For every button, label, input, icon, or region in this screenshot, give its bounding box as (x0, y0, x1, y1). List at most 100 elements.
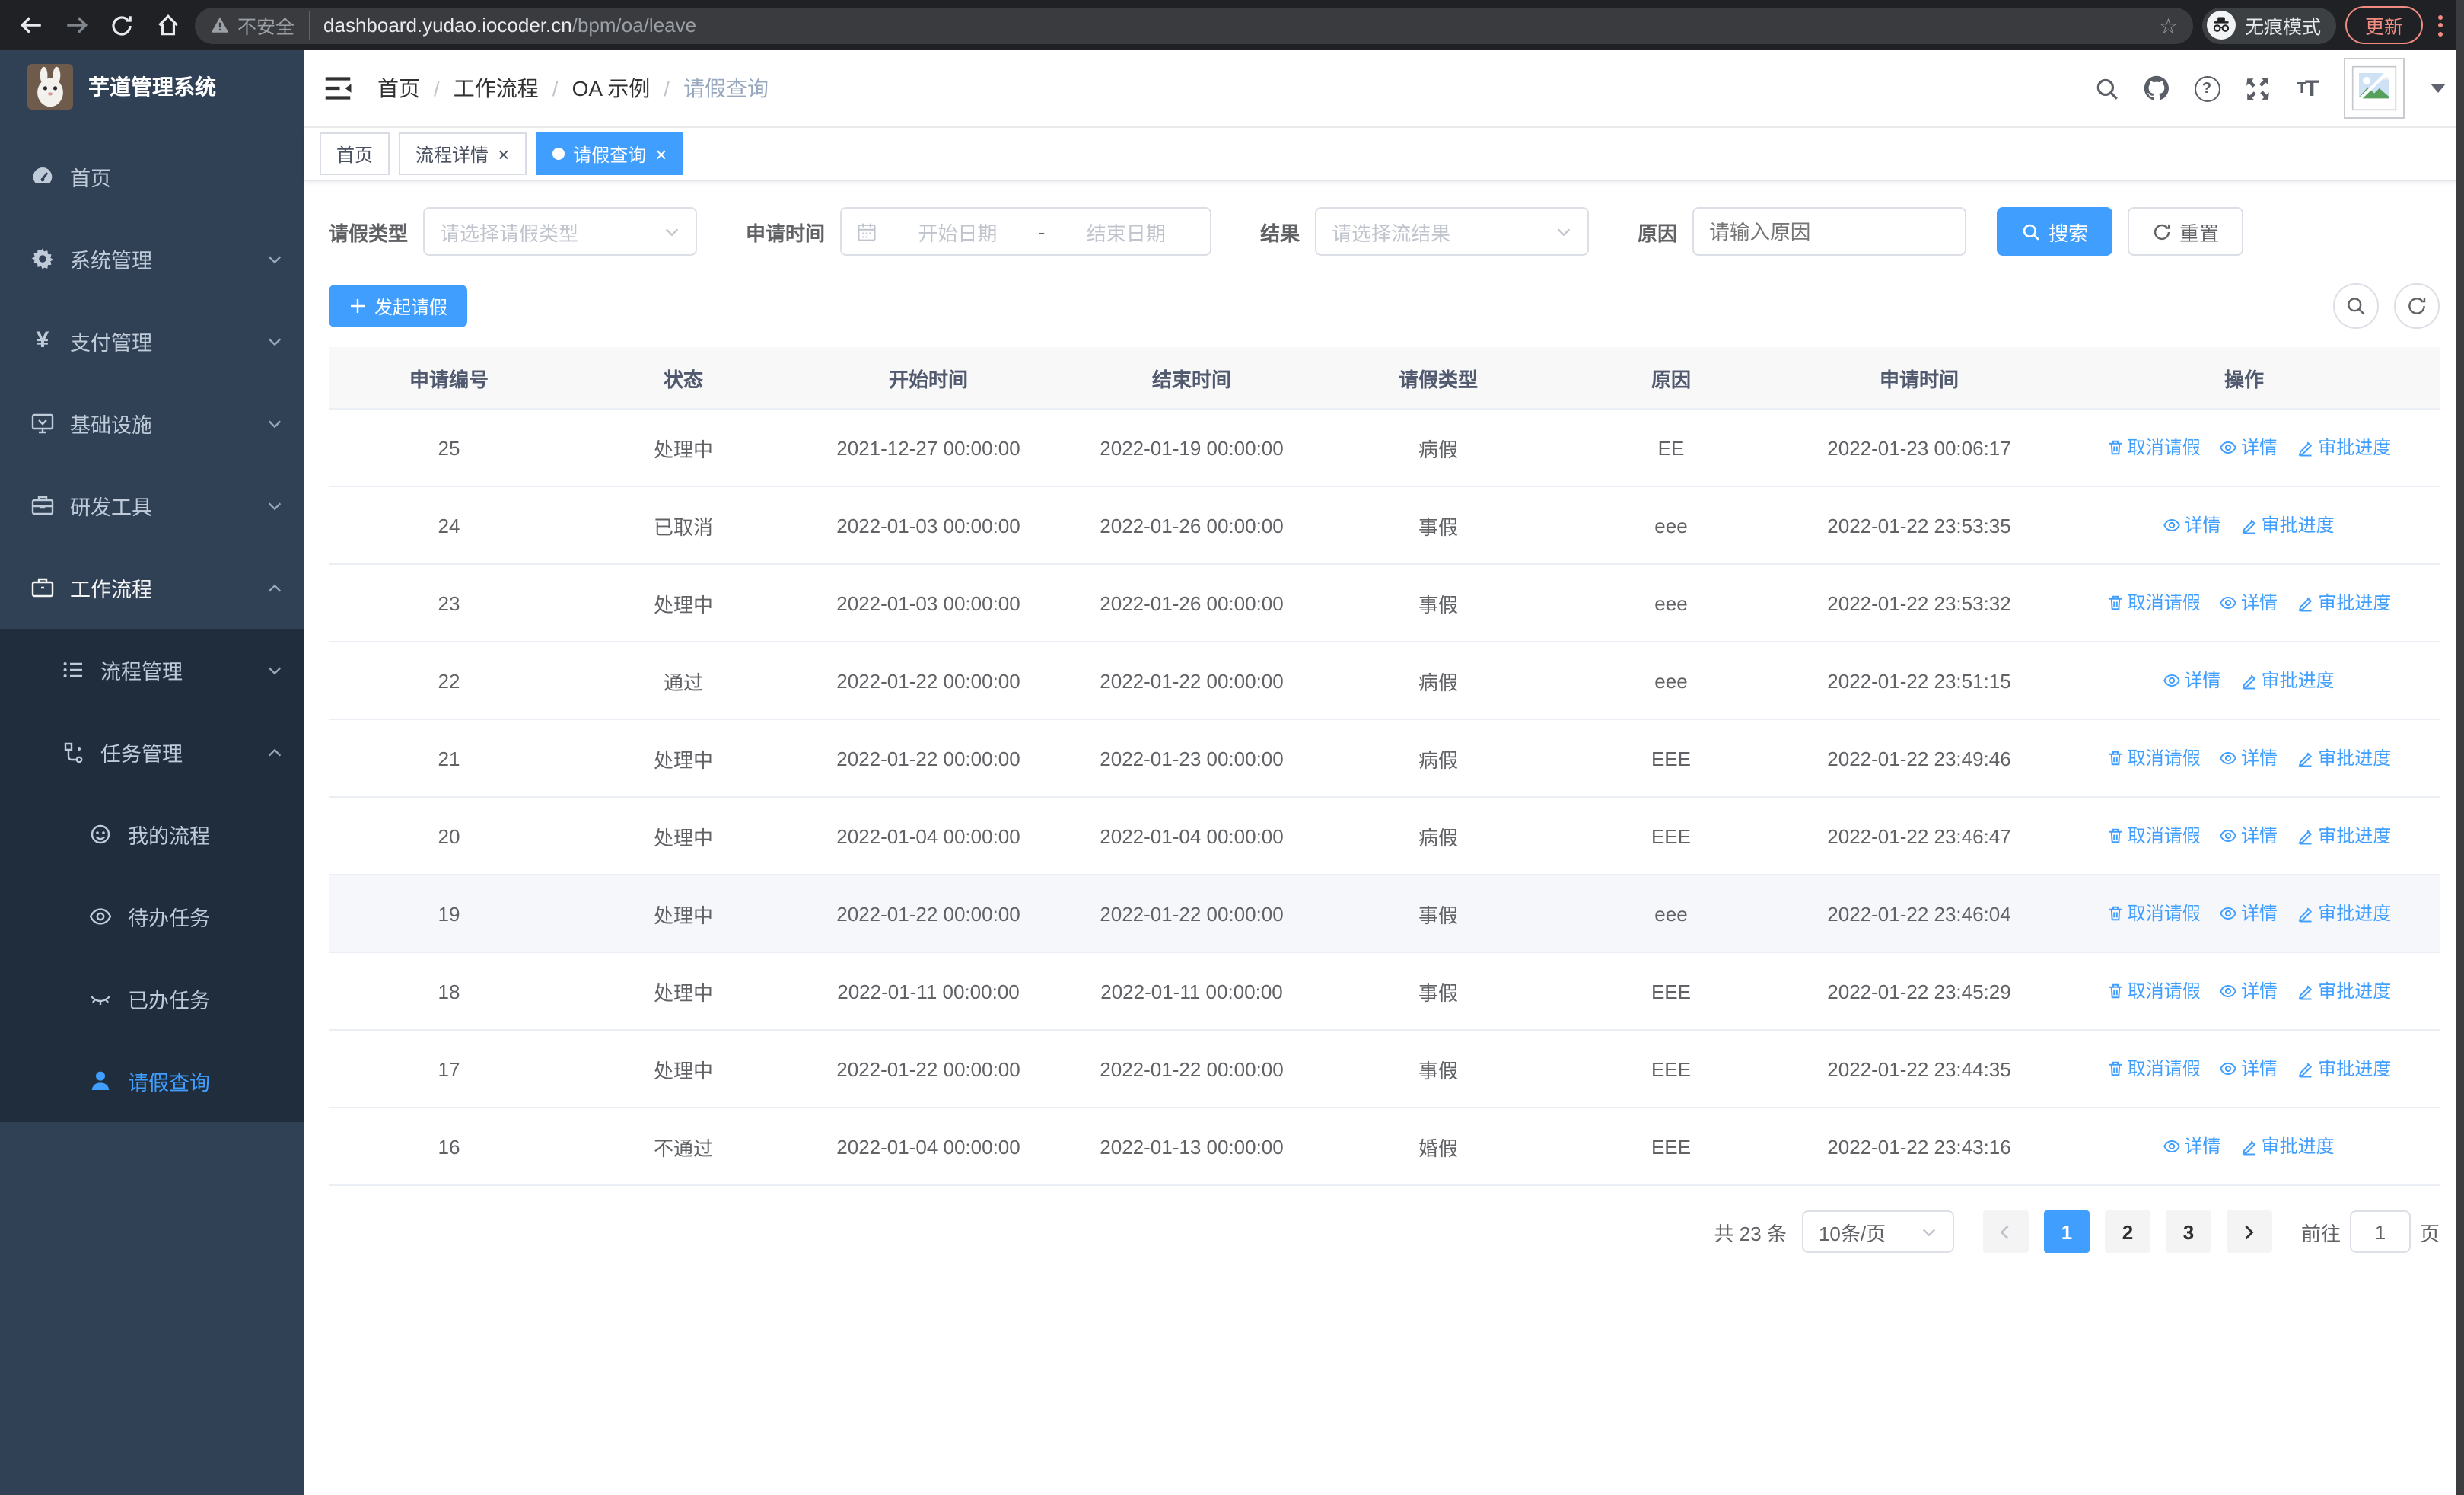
create-leave-button[interactable]: 发起请假 (329, 285, 468, 327)
close-icon[interactable]: × (498, 144, 509, 164)
breadcrumb-oa-example[interactable]: OA 示例 (572, 73, 651, 104)
browser-scrollbar[interactable] (2456, 0, 2464, 1495)
approval-progress-link[interactable]: 审批进度 (2297, 823, 2391, 849)
cell-status: 处理中 (569, 952, 797, 1031)
browser-reload-button[interactable] (103, 7, 140, 43)
browser-forward-button[interactable] (58, 7, 94, 43)
detail-link[interactable]: 详情 (2163, 668, 2220, 693)
browser-home-button[interactable] (149, 7, 186, 43)
cancel-leave-link[interactable]: 取消请假 (2106, 1056, 2201, 1082)
approval-progress-link[interactable]: 审批进度 (2297, 978, 2391, 1004)
show-search-toggle-button[interactable] (2333, 283, 2379, 329)
calendar-icon (858, 222, 876, 241)
cell-start-time: 2022-01-04 00:00:00 (797, 797, 1059, 875)
approval-progress-link[interactable]: 审批进度 (2297, 901, 2391, 926)
close-icon[interactable]: × (655, 144, 667, 164)
sidebar-item-todo-tasks[interactable]: 待办任务 (0, 875, 304, 958)
cell-reason: eee (1552, 642, 1790, 720)
reason-input[interactable] (1692, 207, 1967, 256)
security-chip[interactable]: 不安全 (210, 11, 310, 40)
font-size-button[interactable]: TT (2294, 75, 2321, 102)
cancel-leave-link[interactable]: 取消请假 (2106, 435, 2201, 461)
breadcrumb-workflow[interactable]: 工作流程 (454, 73, 539, 104)
pen-icon (2298, 830, 2313, 844)
tab-home[interactable]: 首页 (320, 132, 390, 175)
sidebar-item-home[interactable]: 首页 (0, 135, 304, 218)
sidebar-item-payment[interactable]: ¥ 支付管理 (0, 300, 304, 382)
page-button-3[interactable]: 3 (2165, 1210, 2211, 1253)
sidebar-item-system[interactable]: 系统管理 (0, 218, 304, 300)
apply-time-range-picker[interactable]: 开始日期 - 结束日期 (840, 207, 1212, 256)
cell-leave-type: 事假 (1324, 1030, 1552, 1108)
browser-menu-button[interactable] (2432, 14, 2449, 36)
detail-link[interactable]: 详情 (2220, 590, 2278, 616)
start-date-placeholder: 开始日期 (918, 222, 998, 244)
page-size-select[interactable]: 10条/页 (1801, 1210, 1954, 1253)
detail-link[interactable]: 详情 (2220, 978, 2278, 1004)
approval-progress-link[interactable]: 审批进度 (2297, 745, 2391, 771)
tab-process-detail[interactable]: 流程详情 × (399, 132, 527, 175)
cancel-leave-link[interactable]: 取消请假 (2106, 978, 2201, 1004)
github-link[interactable] (2143, 75, 2170, 102)
cancel-leave-link[interactable]: 取消请假 (2106, 745, 2201, 771)
refresh-table-button[interactable] (2394, 283, 2440, 329)
reason-label: 原因 (1638, 222, 1678, 244)
fullscreen-button[interactable] (2243, 75, 2271, 102)
eye-icon (2163, 1140, 2181, 1152)
goto-page-input[interactable] (2349, 1210, 2411, 1253)
sidebar-fold-button[interactable] (323, 72, 356, 105)
search-button[interactable]: 搜索 (1997, 207, 2113, 256)
cell-end-time: 2022-01-13 00:00:00 (1059, 1108, 1324, 1186)
next-page-button[interactable] (2226, 1210, 2272, 1253)
cell-apply-id: 24 (329, 486, 569, 565)
sidebar-item-workflow[interactable]: 工作流程 (0, 547, 304, 629)
chevron-down-icon (268, 337, 282, 346)
app-logo[interactable]: 芋道管理系统 (0, 50, 304, 123)
approval-progress-link[interactable]: 审批进度 (2240, 1133, 2335, 1159)
prev-page-button[interactable] (1982, 1210, 2029, 1253)
reset-button[interactable]: 重置 (2128, 207, 2244, 256)
detail-link[interactable]: 详情 (2220, 901, 2278, 926)
toolbox-icon (31, 496, 54, 515)
cancel-leave-link[interactable]: 取消请假 (2106, 901, 2201, 926)
avatar-dropdown-caret[interactable] (2431, 84, 2446, 93)
page-button-2[interactable]: 2 (2104, 1210, 2150, 1253)
cancel-leave-link[interactable]: 取消请假 (2106, 823, 2201, 849)
sidebar-item-process-management[interactable]: 流程管理 (0, 629, 304, 711)
detail-link[interactable]: 详情 (2220, 435, 2278, 461)
header-search-button[interactable] (2093, 75, 2120, 102)
page-button-1[interactable]: 1 (2043, 1210, 2090, 1253)
leave-type-select[interactable]: 请选择请假类型 (423, 207, 698, 256)
cell-apply-id: 21 (329, 719, 569, 798)
detail-link[interactable]: 详情 (2220, 823, 2278, 849)
sidebar-item-leave-query[interactable]: 请假查询 (0, 1040, 304, 1122)
table-row: 16 不通过 2022-01-04 00:00:00 2022-01-13 00… (329, 1108, 2440, 1186)
address-bar[interactable]: 不安全 dashboard.yudao.iocoder.cn/bpm/oa/le… (195, 7, 2193, 43)
avatar[interactable] (2344, 58, 2405, 119)
breadcrumb-home[interactable]: 首页 (377, 73, 420, 104)
cancel-leave-link[interactable]: 取消请假 (2106, 590, 2201, 616)
approval-progress-link[interactable]: 审批进度 (2297, 590, 2391, 616)
sidebar-item-my-process[interactable]: 我的流程 (0, 793, 304, 875)
help-button[interactable]: ? (2193, 75, 2220, 102)
detail-link[interactable]: 详情 (2163, 1133, 2220, 1159)
detail-link[interactable]: 详情 (2163, 512, 2220, 538)
browser-update-button[interactable]: 更新 (2345, 6, 2423, 44)
home-icon (158, 14, 177, 36)
sidebar-item-infrastructure[interactable]: 基础设施 (0, 382, 304, 464)
bookmark-star-icon[interactable]: ☆ (2159, 14, 2178, 36)
sidebar-item-task-management[interactable]: 任务管理 (0, 711, 304, 793)
approval-progress-link[interactable]: 审批进度 (2297, 1056, 2391, 1082)
cell-start-time: 2022-01-22 00:00:00 (797, 642, 1059, 720)
detail-link[interactable]: 详情 (2220, 745, 2278, 771)
approval-progress-link[interactable]: 审批进度 (2297, 435, 2391, 461)
sidebar-item-done-tasks[interactable]: 已办任务 (0, 958, 304, 1040)
result-select[interactable]: 请选择流结果 (1315, 207, 1590, 256)
approval-progress-link[interactable]: 审批进度 (2240, 668, 2335, 693)
detail-link[interactable]: 详情 (2220, 1056, 2278, 1082)
approval-progress-link[interactable]: 审批进度 (2240, 512, 2335, 538)
browser-back-button[interactable] (12, 7, 49, 43)
cell-start-time: 2022-01-22 00:00:00 (797, 719, 1059, 798)
sidebar-item-devtools[interactable]: 研发工具 (0, 464, 304, 547)
tab-leave-query[interactable]: 请假查询 × (535, 132, 684, 175)
